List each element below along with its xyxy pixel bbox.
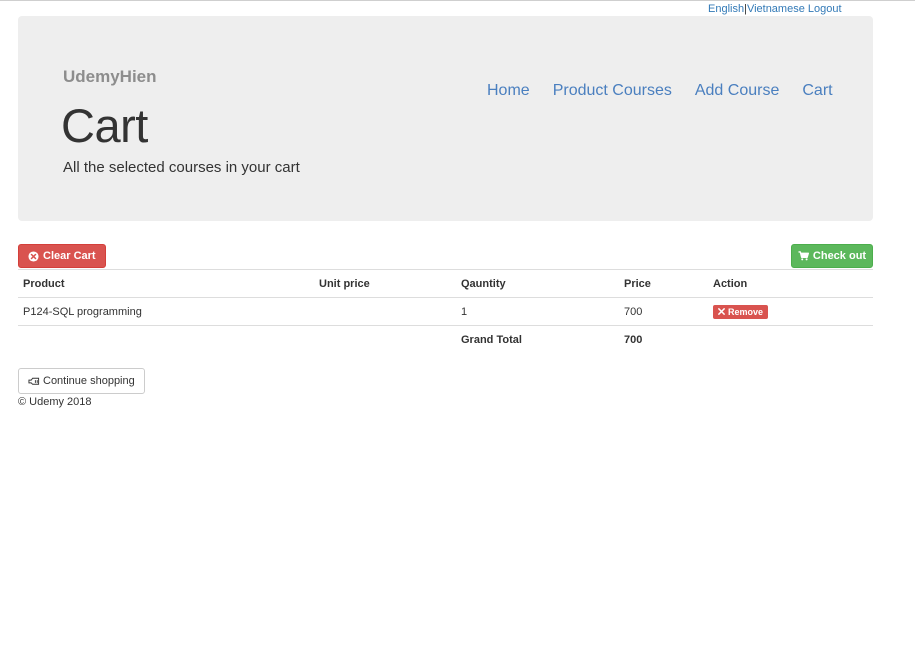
vietnamese-link[interactable]: Vietnamese xyxy=(747,3,805,15)
remove-label: Remove xyxy=(728,306,764,317)
english-link[interactable]: English xyxy=(708,3,744,15)
remove-circle-icon xyxy=(28,250,39,262)
table-header-row: Product Unit price Qauntity Price Action xyxy=(18,269,873,298)
continue-shopping-button[interactable]: Continue shopping xyxy=(18,368,145,394)
hand-left-icon xyxy=(28,377,40,386)
table-row: P124-SQL programming 1 700 Remove xyxy=(18,297,873,326)
logout-link[interactable]: Logout xyxy=(808,3,842,15)
grand-total-label: Grand Total xyxy=(456,325,619,353)
nav-home[interactable]: Home xyxy=(487,82,530,100)
header-unit-price: Unit price xyxy=(314,269,456,298)
close-icon xyxy=(718,308,725,315)
nav-product-courses[interactable]: Product Courses xyxy=(553,82,672,100)
page-title: Cart xyxy=(61,99,148,152)
checkout-button[interactable]: Check out xyxy=(791,244,873,268)
row-action: Remove xyxy=(708,297,873,326)
checkout-label: Check out xyxy=(812,250,867,262)
row-price: 700 xyxy=(619,297,708,326)
main-nav: Home Product Courses Add Course Cart xyxy=(487,82,833,100)
language-bar: English|Vietnamese Logout xyxy=(708,2,842,16)
row-product: P124-SQL programming xyxy=(18,297,314,326)
brand-name: UdemyHien xyxy=(63,67,157,86)
row-quantity: 1 xyxy=(456,297,619,326)
footer-copyright: © Udemy 2018 xyxy=(18,396,92,408)
continue-shopping-label: Continue shopping xyxy=(43,375,135,387)
grand-total-value: 700 xyxy=(619,325,708,353)
header-product: Product xyxy=(18,269,314,298)
grand-total-row: Grand Total 700 xyxy=(18,325,873,353)
cart-table: Product Unit price Qauntity Price Action… xyxy=(18,269,873,353)
header-price: Price xyxy=(619,269,708,298)
page-header: UdemyHien Cart All the selected courses … xyxy=(18,16,873,221)
top-border xyxy=(0,0,915,1)
page-subtitle: All the selected courses in your cart xyxy=(63,159,300,176)
remove-button[interactable]: Remove xyxy=(713,304,769,319)
nav-cart[interactable]: Cart xyxy=(802,82,832,100)
clear-cart-label: Clear Cart xyxy=(43,250,96,262)
header-action: Action xyxy=(708,269,873,298)
clear-cart-button[interactable]: Clear Cart xyxy=(18,244,106,268)
nav-add-course[interactable]: Add Course xyxy=(695,82,780,100)
header-quantity: Qauntity xyxy=(456,269,619,298)
row-unit-price xyxy=(314,297,456,326)
shopping-cart-icon xyxy=(798,251,809,261)
